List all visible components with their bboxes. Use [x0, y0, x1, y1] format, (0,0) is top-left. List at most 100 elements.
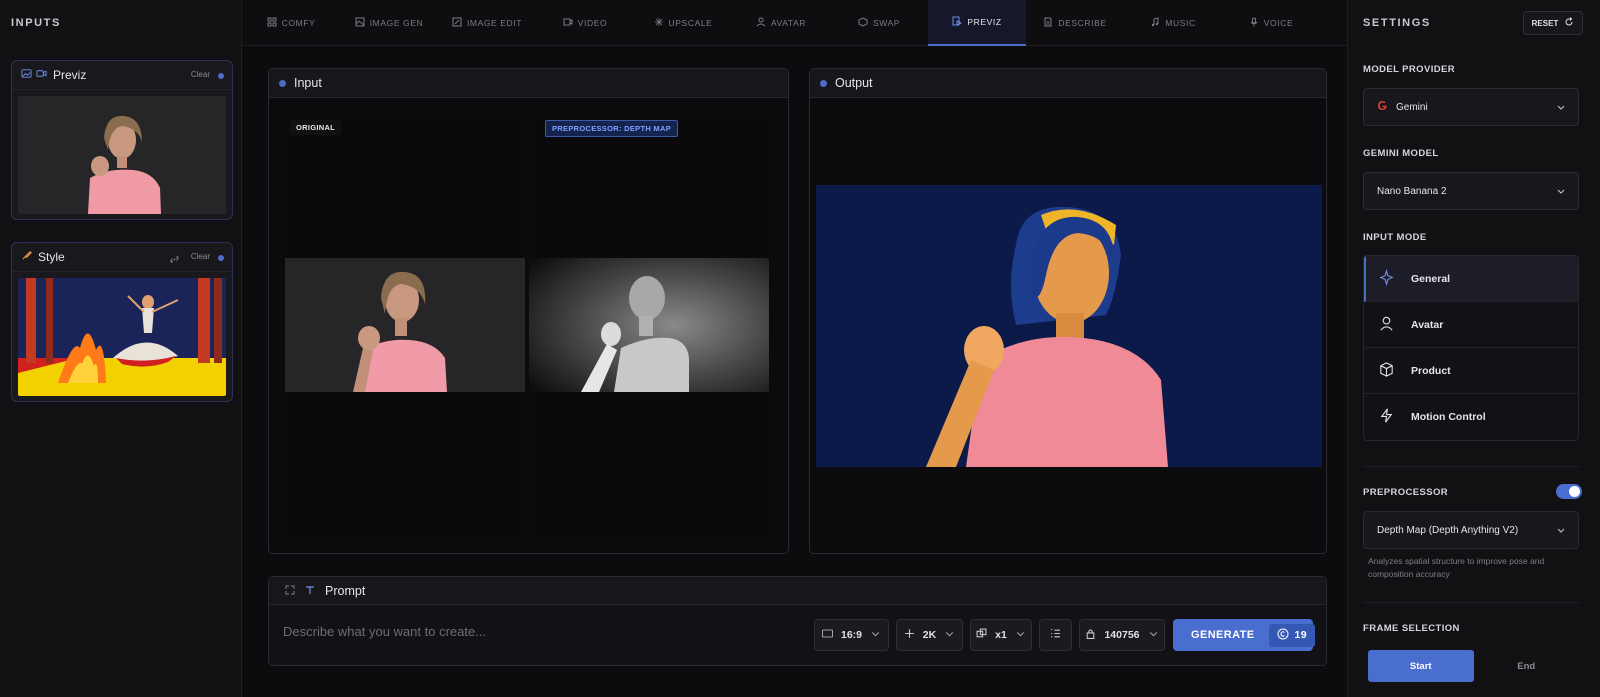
- resolution-select[interactable]: 2K: [896, 619, 963, 651]
- previz-thumbnail[interactable]: [18, 96, 226, 214]
- input-panel-header: Input: [269, 69, 788, 98]
- mode-label: Avatar: [1411, 318, 1444, 331]
- tab-describe[interactable]: DESCRIBE: [1026, 0, 1124, 46]
- tab-label: DESCRIBE: [1058, 18, 1107, 28]
- preprocessor-label: PREPROCESSOR: [1363, 487, 1449, 498]
- preprocessor-badge: PREPROCESSOR: DEPTH MAP: [545, 120, 678, 137]
- edit-icon: [452, 17, 462, 29]
- previz-input-card[interactable]: Previz Clear: [11, 60, 233, 220]
- chevron-down-icon: [1557, 528, 1565, 533]
- preprocessor-toggle[interactable]: [1556, 484, 1582, 499]
- tab-comfy[interactable]: COMFY: [242, 0, 340, 46]
- tab-image-gen[interactable]: IMAGE GEN: [340, 0, 438, 46]
- mode-product[interactable]: Product: [1364, 348, 1578, 394]
- mode-motion-control[interactable]: Motion Control: [1364, 394, 1578, 440]
- model-provider-select[interactable]: Gemini: [1363, 88, 1579, 126]
- seed-select[interactable]: 140756: [1079, 619, 1165, 651]
- tab-label: IMAGE EDIT: [466, 18, 523, 28]
- frame-selection-toggle: Start End: [1368, 650, 1579, 682]
- video-icon: [36, 66, 47, 84]
- batch-list-button[interactable]: [1039, 619, 1072, 651]
- layers-icon: [976, 628, 987, 642]
- cube-icon: [1378, 361, 1395, 381]
- tab-swap[interactable]: SWAP: [830, 0, 928, 46]
- depth-map-image: [529, 258, 769, 392]
- user-icon: [1378, 315, 1395, 335]
- generate-label: GENERATE: [1191, 629, 1255, 641]
- tab-video[interactable]: VIDEO: [536, 0, 634, 46]
- link-icon[interactable]: [169, 252, 180, 270]
- tab-voice[interactable]: VOICE: [1222, 0, 1320, 46]
- divider: [1363, 466, 1579, 467]
- output-image[interactable]: [816, 185, 1322, 467]
- style-card-header: Style Clear: [12, 243, 232, 272]
- generate-button[interactable]: GENERATE 19: [1173, 619, 1315, 651]
- previz-icon: [952, 16, 963, 28]
- chevron-down-icon: [1015, 628, 1026, 642]
- frame-start-button[interactable]: Start: [1368, 650, 1474, 682]
- input-panel: Input: [268, 68, 789, 554]
- tab-previz[interactable]: PREVIZ: [928, 0, 1026, 46]
- gemini-model-value: Nano Banana 2: [1377, 185, 1447, 197]
- text-icon: [305, 582, 315, 600]
- chevron-down-icon: [1557, 105, 1565, 110]
- google-icon: [1377, 100, 1388, 114]
- output-panel: Output: [809, 68, 1327, 554]
- depth-map-frame[interactable]: [529, 113, 769, 540]
- frame-end-button[interactable]: End: [1474, 650, 1580, 682]
- tab-upscale[interactable]: UPSCALE: [634, 0, 732, 46]
- original-image: [285, 258, 525, 392]
- style-input-card[interactable]: Style Clear: [11, 242, 233, 402]
- previz-card-header: Previz Clear: [12, 61, 232, 90]
- style-thumbnail[interactable]: [18, 278, 226, 396]
- grid-icon: [267, 17, 277, 29]
- credit-icon: [1277, 628, 1289, 643]
- aspect-ratio-value: 16:9: [840, 629, 862, 641]
- original-image-frame[interactable]: [285, 113, 525, 540]
- tab-label: VOICE: [1263, 18, 1294, 28]
- tab-label: SWAP: [872, 18, 901, 28]
- output-panel-header: Output: [810, 69, 1326, 98]
- settings-header: SETTINGS: [1363, 17, 1431, 29]
- reset-button[interactable]: RESET: [1523, 11, 1583, 35]
- swap-icon: [858, 17, 868, 29]
- tab-music[interactable]: MUSIC: [1124, 0, 1222, 46]
- input-mode-label: INPUT MODE: [1363, 232, 1427, 243]
- previz-card-title: Previz: [53, 68, 87, 82]
- aspect-ratio-icon: [821, 628, 833, 642]
- tab-label: PREVIZ: [967, 17, 1002, 27]
- mode-general[interactable]: General: [1364, 256, 1578, 302]
- mic-icon: [1249, 17, 1259, 29]
- tab-label: UPSCALE: [668, 18, 713, 28]
- mode-avatar[interactable]: Avatar: [1364, 302, 1578, 348]
- list-icon: [1050, 628, 1061, 642]
- input-panel-title: Input: [294, 76, 322, 90]
- seed-value: 140756: [1104, 629, 1140, 641]
- style-card-title: Style: [38, 250, 65, 264]
- credit-cost: 19: [1268, 623, 1315, 647]
- chevron-down-icon: [944, 628, 955, 642]
- previz-clear-button[interactable]: Clear: [191, 70, 210, 79]
- sparkle-icon: [904, 628, 915, 642]
- count-select[interactable]: x1: [970, 619, 1032, 651]
- tab-avatar[interactable]: AVATAR: [732, 0, 830, 46]
- tab-label: COMFY: [281, 18, 316, 28]
- sparkle-icon: [654, 17, 664, 29]
- style-clear-button[interactable]: Clear: [191, 252, 210, 261]
- frame-selection-label: FRAME SELECTION: [1363, 623, 1460, 634]
- mode-label: General: [1411, 272, 1451, 285]
- prompt-input[interactable]: [283, 621, 783, 641]
- preprocessor-select[interactable]: Depth Map (Depth Anything V2): [1363, 511, 1579, 549]
- expand-icon[interactable]: [285, 582, 295, 600]
- aspect-ratio-select[interactable]: 16:9: [814, 619, 889, 651]
- tab-label: MUSIC: [1165, 18, 1196, 28]
- inputs-header: INPUTS: [11, 17, 61, 29]
- tab-label: IMAGE GEN: [369, 18, 424, 28]
- gemini-model-select[interactable]: Nano Banana 2: [1363, 172, 1579, 210]
- tab-image-edit[interactable]: IMAGE EDIT: [438, 0, 536, 46]
- person-icon: [756, 17, 766, 29]
- divider: [1363, 602, 1579, 603]
- tab-label: AVATAR: [770, 18, 807, 28]
- tab-label: VIDEO: [577, 18, 608, 28]
- count-value: x1: [995, 629, 1007, 641]
